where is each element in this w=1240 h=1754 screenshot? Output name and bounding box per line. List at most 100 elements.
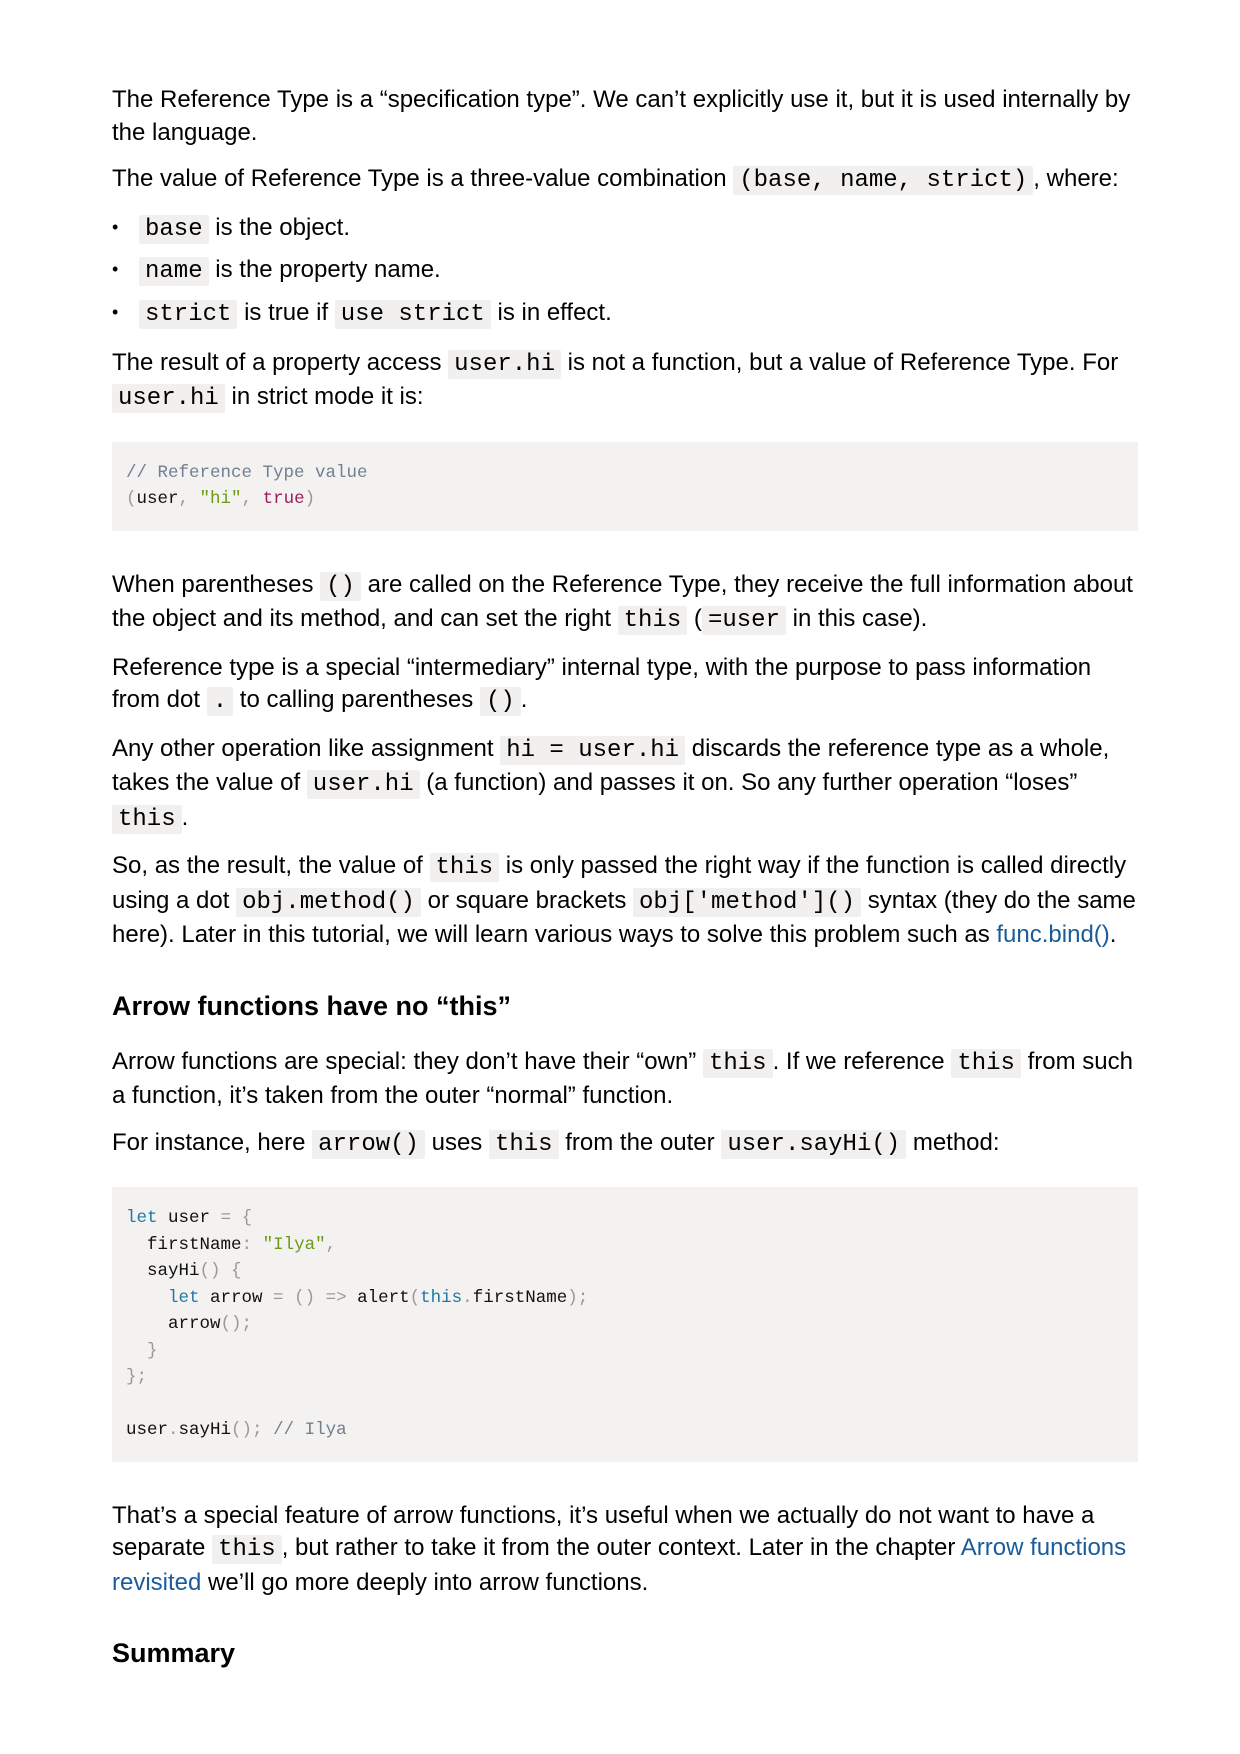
bullet-list: base is the object. name is the property… bbox=[112, 211, 1138, 331]
inline-code: obj.method() bbox=[236, 887, 421, 917]
text: from the outer bbox=[558, 1128, 722, 1156]
code-punct: { bbox=[241, 1208, 253, 1228]
text: , where: bbox=[1033, 165, 1119, 192]
code-punct: . bbox=[168, 1420, 179, 1440]
code-punct: = bbox=[220, 1208, 232, 1228]
code-punct: () bbox=[294, 1287, 316, 1308]
text: When parentheses bbox=[112, 570, 321, 598]
paragraph-parentheses: When parentheses () are called on the Re… bbox=[112, 569, 1138, 638]
code-identifier: sayHi bbox=[126, 1261, 200, 1281]
code-punct: { bbox=[231, 1261, 242, 1281]
code-comment: // Reference Type value bbox=[126, 462, 368, 483]
code-identifier: user bbox=[136, 489, 179, 509]
text: in this case). bbox=[785, 605, 928, 632]
code-identifier: user bbox=[126, 1420, 169, 1440]
code-punct: . bbox=[462, 1287, 473, 1308]
text: The value of Reference Type is a three-v… bbox=[112, 165, 734, 192]
text: (a function) and passes it on. So any fu… bbox=[419, 769, 1078, 796]
code-keyword: let bbox=[168, 1287, 200, 1308]
code-punct: (); bbox=[231, 1420, 263, 1440]
code-punct: ); bbox=[567, 1287, 589, 1308]
code-punct: ( bbox=[126, 489, 137, 509]
paragraph-for-instance: For instance, here arrow() uses this fro… bbox=[112, 1127, 1138, 1162]
text: is the object. bbox=[208, 213, 351, 241]
inline-code: user.hi bbox=[112, 384, 225, 413]
inline-code: obj['method']() bbox=[633, 887, 862, 917]
document-page: The Reference Type is a “specification t… bbox=[112, 84, 1138, 1693]
inline-code: () bbox=[320, 571, 361, 601]
inline-code: hi = user.hi bbox=[500, 735, 686, 765]
inline-code: this bbox=[951, 1048, 1021, 1078]
code-string: "Ilya" bbox=[262, 1234, 326, 1255]
list-item: base is the object. bbox=[112, 211, 1138, 246]
text: Arrow functions are special: they don’t … bbox=[112, 1047, 703, 1075]
inline-code: base bbox=[139, 214, 209, 244]
code-boolean: true bbox=[262, 489, 305, 509]
code-identifier: arrow bbox=[126, 1314, 221, 1334]
list-item: name is the property name. bbox=[112, 253, 1138, 288]
inline-code: . bbox=[206, 687, 234, 716]
text: . bbox=[181, 803, 189, 831]
inline-code: (base, name, strict) bbox=[733, 166, 1034, 195]
paragraph-arrow-special: Arrow functions are special: they don’t … bbox=[112, 1046, 1138, 1113]
code-block-arrow-example: let user = { firstName: "Ilya", sayHi() … bbox=[112, 1187, 1138, 1462]
code-string: "hi" bbox=[199, 489, 242, 509]
inline-code: name bbox=[139, 257, 209, 286]
code-punct: () bbox=[199, 1261, 221, 1281]
inline-code: user.hi bbox=[448, 349, 561, 379]
text: to calling parentheses bbox=[233, 686, 480, 713]
code-identifier: firstName bbox=[126, 1234, 242, 1255]
code-punct: => bbox=[325, 1287, 347, 1308]
heading-summary: Summary bbox=[112, 1638, 236, 1668]
heading-arrow-functions: Arrow functions have no “this” bbox=[112, 990, 512, 1021]
text: For instance, here bbox=[112, 1128, 313, 1156]
text: uses bbox=[424, 1128, 489, 1156]
code-punct: (); bbox=[220, 1314, 253, 1334]
inline-code: =user bbox=[701, 606, 786, 635]
paragraph-reference-type-value: The value of Reference Type is a three-v… bbox=[112, 163, 1138, 198]
paragraph-intermediary: Reference type is a special “intermediar… bbox=[112, 652, 1138, 719]
text: Any other operation like assignment bbox=[112, 734, 501, 762]
code-punct: , bbox=[325, 1234, 337, 1255]
text: is not a function, but a value of Refere… bbox=[560, 348, 1119, 376]
text: is the property name. bbox=[208, 256, 441, 283]
inline-code: user.hi bbox=[306, 770, 420, 799]
inline-code: this bbox=[488, 1129, 559, 1159]
text: ( bbox=[687, 605, 702, 632]
text: . bbox=[1109, 921, 1117, 948]
paragraph-special-feature: That’s a special feature of arrow functi… bbox=[112, 1500, 1138, 1600]
text: . bbox=[520, 686, 528, 713]
inline-code: this bbox=[702, 1048, 773, 1078]
inline-code: this bbox=[212, 1535, 282, 1564]
paragraph-assignment: Any other operation like assignment hi =… bbox=[112, 733, 1138, 837]
paragraph-reference-type-intro: The Reference Type is a “specification t… bbox=[112, 84, 1138, 149]
paragraph-property-access: The result of a property access user.hi … bbox=[112, 347, 1138, 416]
text: The result of a property access bbox=[112, 348, 449, 376]
paragraph-result: So, as the result, the value of this is … bbox=[112, 850, 1138, 952]
text: in strict mode it is: bbox=[224, 383, 424, 410]
code-punct: , bbox=[178, 489, 200, 509]
code-punct: ) bbox=[304, 489, 316, 509]
link-func-bind[interactable]: func.bind() bbox=[996, 921, 1109, 948]
code-comment: // Ilya bbox=[262, 1420, 347, 1440]
code-keyword: let bbox=[126, 1208, 158, 1228]
text: So, as the result, the value of bbox=[112, 852, 430, 879]
code-punct: : bbox=[241, 1234, 253, 1255]
code-block-reference-type: // Reference Type value (user, "hi", tru… bbox=[112, 441, 1138, 531]
text: we’ll go more deeply into arrow function… bbox=[201, 1568, 649, 1596]
code-identifier: alert bbox=[346, 1287, 410, 1308]
code-punct: , bbox=[241, 489, 263, 509]
code-identifier: sayHi bbox=[178, 1420, 232, 1440]
inline-code: this bbox=[112, 804, 182, 834]
text: method: bbox=[906, 1128, 1000, 1156]
code-identifier: user bbox=[157, 1208, 221, 1228]
code-keyword: this bbox=[420, 1287, 463, 1308]
code-punct: ( bbox=[409, 1287, 421, 1308]
inline-code: use strict bbox=[334, 299, 491, 329]
inline-code: strict bbox=[139, 299, 238, 329]
code-punct: }; bbox=[126, 1367, 148, 1387]
